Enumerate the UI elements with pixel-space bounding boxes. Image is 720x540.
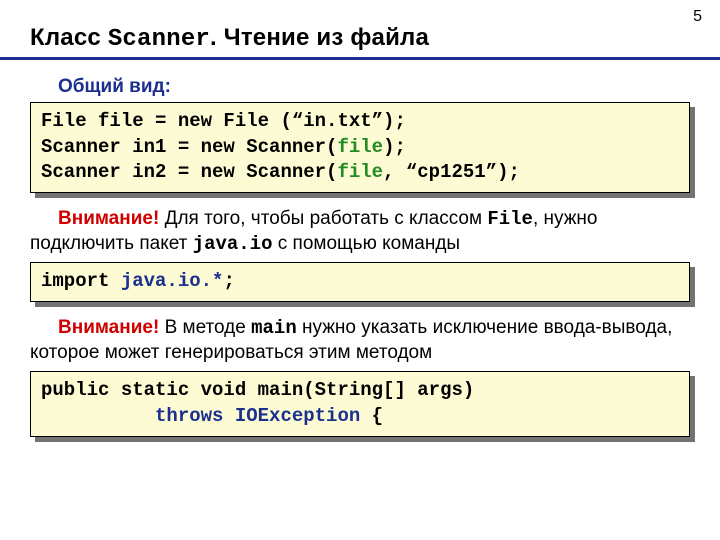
code3-throws: throws IOException bbox=[155, 405, 372, 427]
page-title: Класс Scanner. Чтение из файла bbox=[0, 0, 720, 60]
code3-line2c: { bbox=[372, 405, 383, 427]
code1-file2: file bbox=[337, 161, 383, 183]
note1-m1: File bbox=[487, 208, 533, 230]
code-block-1: File file = new File (“in.txt”); Scanner… bbox=[30, 102, 690, 193]
code2-b: java.io.* bbox=[121, 270, 224, 292]
code1-line2c: ); bbox=[383, 136, 406, 158]
attention-1: Внимание! bbox=[58, 208, 159, 229]
content-area: Общий вид: File file = new File (“in.txt… bbox=[0, 60, 720, 437]
note-1: Внимание! Для того, чтобы работать с кла… bbox=[30, 207, 690, 256]
code1-line2a: Scanner in1 = new Scanner( bbox=[41, 136, 337, 158]
code3-line1: public static void main(String[] args) bbox=[41, 379, 474, 401]
note1-m2: java.io bbox=[193, 233, 273, 255]
note2-t1: В методе bbox=[159, 317, 251, 338]
code2-c: ; bbox=[223, 270, 234, 292]
note2-m1: main bbox=[251, 317, 297, 339]
code3-line2a bbox=[41, 405, 155, 427]
note1-t1: Для того, чтобы работать с классом bbox=[159, 208, 487, 229]
attention-2: Внимание! bbox=[58, 317, 159, 338]
note1-t3: с помощью команды bbox=[273, 233, 461, 254]
code1-line1: File file = new File (“in.txt”); bbox=[41, 110, 406, 132]
code-block-2: import java.io.*; bbox=[30, 262, 690, 302]
note-2: Внимание! В методе main нужно указать ис… bbox=[30, 316, 690, 365]
title-text-2: . Чтение из файла bbox=[210, 24, 429, 51]
code1-line3c: , “cp1251”); bbox=[383, 161, 520, 183]
code1-line3a: Scanner in2 = new Scanner( bbox=[41, 161, 337, 183]
section-label: Общий вид: bbox=[58, 76, 690, 98]
page-number: 5 bbox=[693, 8, 702, 26]
code1-file1: file bbox=[337, 136, 383, 158]
title-mono: Scanner bbox=[108, 26, 210, 53]
code-block-3: public static void main(String[] args) t… bbox=[30, 371, 690, 436]
code2-a: import bbox=[41, 270, 121, 292]
title-text-1: Класс bbox=[30, 24, 108, 51]
